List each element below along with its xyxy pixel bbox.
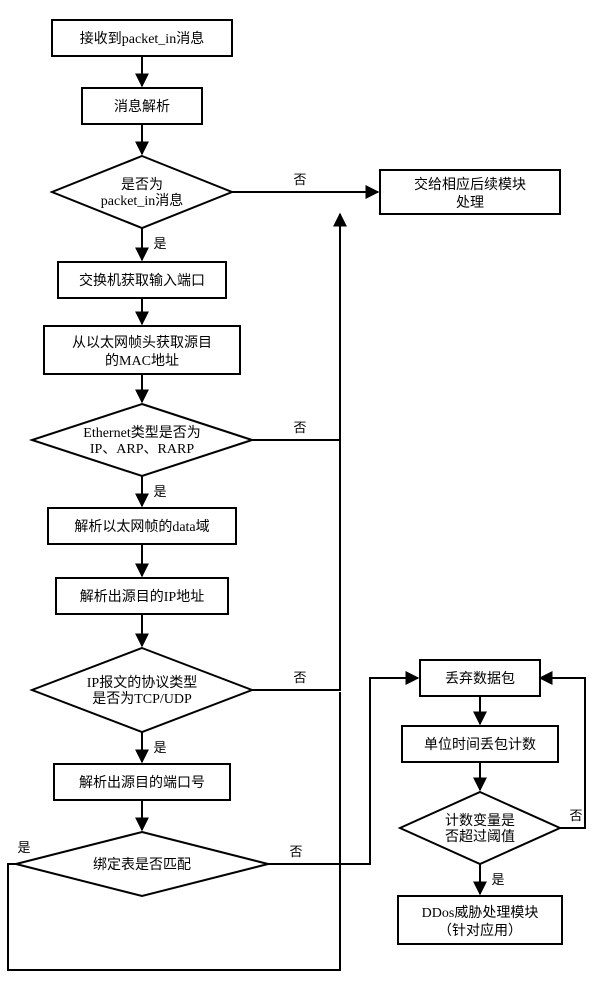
node-parse-port-label: 解析出源目的端口号 bbox=[79, 775, 205, 791]
edge-d2-no-label: 否 bbox=[293, 420, 306, 435]
node-drop-packet-label: 丢弃数据包 bbox=[445, 671, 515, 687]
edge-d5-yes-label: 是 bbox=[491, 872, 504, 887]
decision-ethernet-type-label-b: IP、ARP、RARP bbox=[90, 442, 194, 457]
node-get-mac-label-a: 从以太网帧头获取源目 bbox=[72, 335, 212, 351]
node-parse-message-label: 消息解析 bbox=[114, 98, 170, 115]
node-handoff-module-label-b: 处理 bbox=[456, 195, 484, 211]
decision-protocol-type-label-a: IP报文的协议类型 bbox=[87, 675, 197, 691]
node-receive-packet-in-label: 接收到packet_in消息 bbox=[80, 30, 204, 47]
edge-d4-no-label: 否 bbox=[289, 844, 302, 859]
decision-threshold-label-b: 否超过阈值 bbox=[445, 829, 515, 845]
edge-d3-yes-label: 是 bbox=[153, 740, 166, 755]
edge-d1-yes-label: 是 bbox=[153, 236, 166, 251]
decision-binding-match-label: 绑定表是否匹配 bbox=[93, 857, 191, 873]
edge-d5-no-label: 否 bbox=[569, 808, 582, 823]
node-ddos-module-label-a: DDos威胁处理模块 bbox=[422, 905, 539, 921]
node-ddos-module-label-b: （针对应用） bbox=[438, 922, 522, 939]
edge-d3-no-label: 否 bbox=[293, 670, 306, 685]
edge-d2-no bbox=[252, 218, 340, 440]
decision-is-packet-in-label-b: packet_in消息 bbox=[101, 192, 183, 209]
decision-protocol-type-label-b: 是否为TCP/UDP bbox=[92, 691, 192, 707]
edge-d4-yes-hidden bbox=[8, 690, 340, 970]
edge-d4-yes-label: 是 bbox=[17, 840, 30, 855]
decision-threshold-label-a: 计数变量是 bbox=[445, 813, 515, 829]
decision-is-packet-in-label-a: 是否为 bbox=[121, 177, 163, 193]
node-handoff-module-label-a: 交给相应后续模块 bbox=[414, 176, 526, 193]
decision-ethernet-type-label-a: Ethernet类型是否为 bbox=[83, 425, 200, 441]
edge-d2-yes-label: 是 bbox=[153, 484, 166, 499]
node-get-input-port-label: 交换机获取输入端口 bbox=[79, 272, 205, 289]
edge-d1-no-label: 否 bbox=[293, 172, 306, 187]
node-get-mac-label-b: 的MAC地址 bbox=[105, 353, 179, 369]
node-parse-ip-label: 解析出源目的IP地址 bbox=[80, 589, 204, 605]
edge-d4-yes bbox=[8, 692, 340, 970]
edge-d3-no bbox=[252, 440, 340, 690]
node-parse-data-field-label: 解析以太网帧的data域 bbox=[74, 519, 209, 535]
node-drop-counter-label: 单位时间丢包计数 bbox=[424, 737, 536, 753]
edge-d4-no bbox=[268, 678, 418, 864]
